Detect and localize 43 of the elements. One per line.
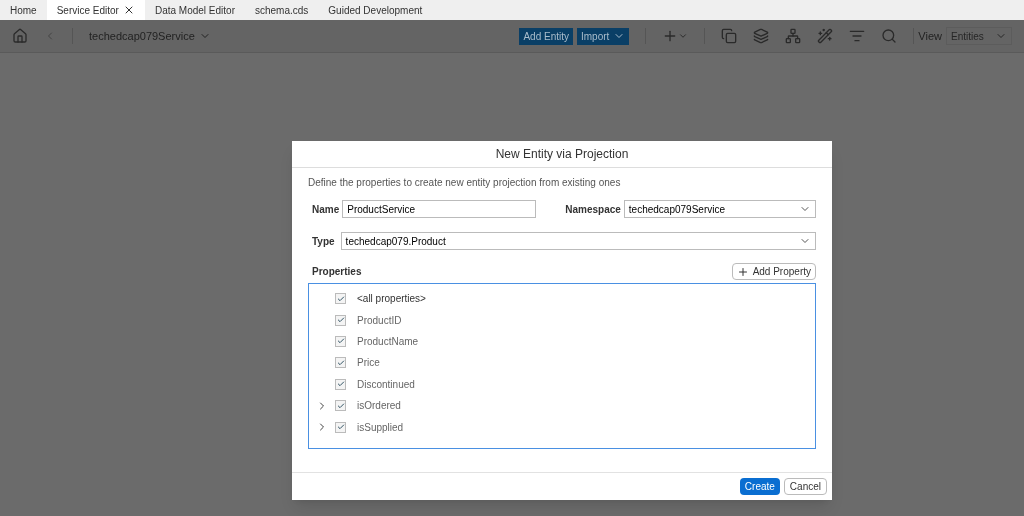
property-checkbox[interactable] (335, 378, 346, 390)
dialog-description: Define the properties to create new entity projection from existing ones (308, 176, 622, 190)
cancel-button[interactable]: Cancel (783, 478, 827, 495)
namespace-dropdown[interactable]: techedcap079Service (623, 200, 816, 218)
property-checkbox[interactable] (335, 314, 346, 326)
add-menu-icon[interactable] (662, 28, 689, 44)
property-checkbox[interactable] (335, 400, 346, 412)
property-checkbox[interactable] (335, 357, 346, 369)
property-name: isOrdered (357, 399, 401, 414)
search-icon[interactable] (881, 28, 898, 44)
network-icon[interactable] (785, 28, 802, 44)
copy-icon[interactable] (721, 28, 738, 44)
type-label: Type (312, 234, 335, 249)
type-dropdown[interactable]: techedcap079.Product (340, 232, 816, 250)
namespace-label: Namespace (565, 202, 621, 217)
editor-tab[interactable]: Service Editor (46, 0, 145, 20)
editor-tab[interactable]: schema.cds (245, 0, 319, 20)
property-checkbox[interactable] (335, 421, 346, 433)
property-name: <all properties> (357, 292, 426, 307)
import-button[interactable]: Import (577, 27, 630, 45)
property-name: ProductName (357, 334, 419, 349)
editor-tab[interactable]: Home (0, 0, 47, 20)
property-checkbox[interactable] (335, 335, 346, 347)
name-field[interactable]: ProductService (342, 200, 537, 218)
add-entity-button[interactable]: Add Entity (519, 27, 573, 45)
dialog-title: New Entity via Projection (292, 141, 832, 168)
name-label: Name (312, 202, 340, 217)
create-button[interactable]: Create (739, 478, 780, 495)
list-icon[interactable] (849, 28, 866, 44)
add-property-button[interactable]: Add Property (731, 263, 816, 280)
property-name: Price (357, 356, 380, 371)
view-label: View (918, 28, 942, 44)
plus-icon (736, 265, 749, 278)
home-icon[interactable] (12, 28, 28, 44)
editor-tab[interactable]: Guided Development (318, 0, 433, 20)
property-name: Discontinued (357, 377, 415, 392)
layers-icon[interactable] (753, 28, 770, 44)
property-name: isSupplied (357, 420, 404, 435)
editor-tab[interactable]: Data Model Editor (144, 0, 245, 20)
wand-icon[interactable] (817, 28, 834, 44)
properties-label: Properties (312, 265, 362, 279)
property-checkbox[interactable] (335, 293, 346, 305)
property-name: ProductID (357, 313, 402, 328)
